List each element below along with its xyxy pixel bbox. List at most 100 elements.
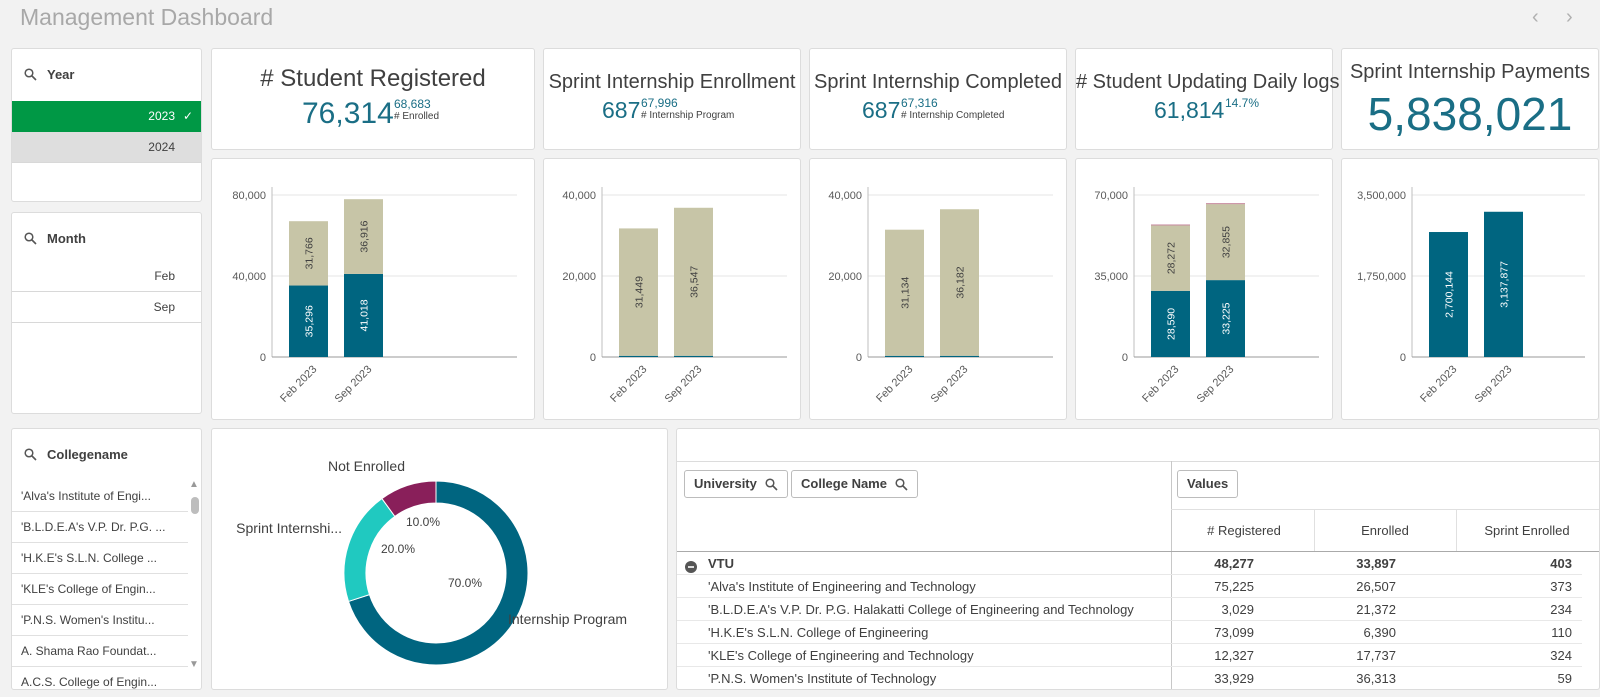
- month-item-feb[interactable]: Feb: [12, 261, 201, 292]
- month-filter: Month Feb Sep: [11, 212, 202, 414]
- kpi-sprint-enrollment: Sprint Internship Enrollment 687 67,996 # …: [543, 48, 801, 150]
- bar-chart: 0 20,000 40,000 31,134 Feb 2023 36,182 Sep 202…: [828, 187, 1053, 405]
- y-tick-label: 0: [856, 352, 862, 364]
- bar-segment[interactable]: [1206, 203, 1245, 205]
- bar-value-label: 2,700,144: [1444, 271, 1456, 318]
- values-button[interactable]: Values: [1177, 470, 1239, 498]
- bar-chart: 0 1,750,000 3,500,000 2,700,144 Feb 2023 3,13…: [1357, 187, 1585, 405]
- scrollbar-thumb[interactable]: [191, 497, 199, 514]
- university-dimension-button[interactable]: University: [684, 470, 788, 498]
- bar-value-label: 36,547: [689, 266, 701, 298]
- kpi-secondary-label: # Internship Program: [641, 110, 735, 121]
- y-tick-label: 40,000: [562, 190, 596, 202]
- column-header[interactable]: Sprint Enrolled: [1456, 523, 1598, 538]
- college-item[interactable]: 'P.N.S. Women's Institu...: [12, 605, 188, 636]
- bar-value-label: 31,449: [634, 276, 646, 308]
- kpi-payments: Sprint Internship Payments 5,838,021: [1341, 48, 1599, 150]
- search-icon: [765, 477, 778, 491]
- y-tick-label: 35,000: [1094, 271, 1128, 283]
- kpi-value-group: 687 67,996 # Internship Program: [602, 97, 734, 124]
- college-item[interactable]: 'H.K.E's S.L.N. College ...: [12, 543, 188, 574]
- kpi-value-group: 61,814 14.7%: [1154, 97, 1259, 124]
- year-item-2024[interactable]: 2024: [12, 132, 201, 163]
- college-item[interactable]: 'Alva's Institute of Engi...: [12, 481, 188, 512]
- table-row[interactable]: 'P.N.S. Women's Institute of Technology …: [677, 668, 1582, 689]
- slice-percent-label: 70.0%: [448, 576, 482, 590]
- bar-segment[interactable]: [674, 355, 713, 357]
- column-header[interactable]: # Registered: [1171, 523, 1317, 538]
- y-tick-label: 40,000: [232, 271, 266, 283]
- table-row[interactable]: 'Alva's Institute of Engineering and Tec…: [677, 576, 1582, 598]
- bar-chart: 0 35,000 70,000 28,590 28,272 Feb 2023 33,225 3…: [1094, 187, 1319, 405]
- kpi-secondary-value: 68,683: [394, 97, 431, 111]
- bar-value-label: 41,018: [359, 299, 371, 331]
- kpi-title: # Student Registered: [260, 65, 486, 92]
- x-tick-label: Sep 2023: [1195, 363, 1237, 405]
- bar-value-label: 32,855: [1221, 226, 1233, 258]
- college-filter-label: Collegename: [47, 447, 128, 462]
- kpi-daily-logs: # Student Updating Daily logs 61,814 14.7…: [1075, 48, 1340, 150]
- y-tick-label: 20,000: [562, 271, 596, 283]
- scrollbar[interactable]: ▲ ▼: [189, 479, 199, 689]
- kpi-student-registered: # Student Registered 76,314 68,683 # Enrol…: [211, 48, 535, 150]
- group-name: VTU: [708, 556, 734, 571]
- table-row[interactable]: 'H.K.E's S.L.N. College of Engineering 7…: [677, 622, 1582, 644]
- cell-enrolled: 33,897: [1356, 556, 1396, 571]
- kpi-main-value: 76,314: [302, 97, 394, 130]
- month-filter-label: Month: [47, 231, 86, 246]
- kpi-main-value: 687: [602, 97, 641, 123]
- search-icon[interactable]: [24, 232, 37, 245]
- table-row[interactable]: 'KLE's College of Engineering and Techno…: [677, 645, 1582, 667]
- kpi-main-value: 687: [862, 97, 901, 123]
- college-filter: Collegename 'Alva's Institute of Engi...…: [11, 428, 202, 690]
- chevron-left-icon[interactable]: ‹: [1532, 6, 1539, 29]
- chevron-right-icon[interactable]: ›: [1566, 6, 1573, 29]
- y-tick-label: 70,000: [1094, 190, 1128, 202]
- college-item[interactable]: A. Shama Rao Foundat...: [12, 636, 188, 667]
- cell-sprint-enrolled: 403: [1550, 556, 1572, 571]
- bar-chart: 0 20,000 40,000 31,449 Feb 2023 36,547 Sep 202…: [562, 187, 787, 405]
- slice-name-label: Sprint Internshi...: [236, 520, 342, 536]
- table-row[interactable]: 'B.L.D.E.A's V.P. Dr. P.G. Halakatti Col…: [677, 599, 1582, 621]
- y-tick-label: 20,000: [828, 271, 862, 283]
- bar-value-label: 28,272: [1166, 242, 1178, 274]
- kpi-main-value: 61,814: [1154, 97, 1225, 123]
- y-tick-label: 1,750,000: [1357, 271, 1406, 283]
- chart-enrollment-distribution: 70.0% Internship Program 20.0% Sprint Inter…: [211, 428, 668, 690]
- x-tick-label: Sep 2023: [663, 363, 705, 405]
- bar-value-label: 35,296: [304, 305, 316, 337]
- bar-segment[interactable]: [1151, 224, 1190, 226]
- slice-percent-label: 20.0%: [381, 542, 415, 556]
- bar-segment[interactable]: [940, 355, 979, 357]
- x-tick-label: Feb 2023: [1140, 363, 1181, 404]
- scroll-up-icon[interactable]: ▲: [189, 479, 199, 490]
- search-icon[interactable]: [24, 68, 37, 81]
- bar-segment[interactable]: [885, 355, 924, 357]
- kpi-secondary-value: 14.7%: [1225, 96, 1260, 110]
- bar-segment[interactable]: [619, 355, 658, 357]
- month-filter-header: Month: [24, 231, 86, 246]
- month-item-sep[interactable]: Sep: [12, 292, 201, 323]
- college-item[interactable]: 'KLE's College of Engin...: [12, 574, 188, 605]
- scroll-down-icon[interactable]: ▼: [189, 659, 199, 670]
- college-name-dimension-button[interactable]: College Name: [791, 470, 918, 498]
- year-filter: Year 2023 ✓ 2024: [11, 48, 202, 202]
- slice-name-label: Not Enrolled: [328, 458, 405, 474]
- chart-payments: 0 1,750,000 3,500,000 2,700,144 Feb 2023 3,13…: [1341, 158, 1599, 420]
- college-item[interactable]: A.C.S. College of Engin...: [12, 667, 188, 689]
- college-item[interactable]: 'B.L.D.E.A's V.P. Dr. P.G. ...: [12, 512, 188, 543]
- year-item-2023[interactable]: 2023 ✓: [12, 101, 201, 132]
- kpi-secondary-label: # Enrolled: [394, 111, 440, 122]
- y-tick-label: 80,000: [232, 190, 266, 202]
- search-icon[interactable]: [24, 448, 37, 461]
- slice-percent-label: 10.0%: [406, 515, 440, 529]
- y-tick-label: 3,500,000: [1357, 190, 1406, 202]
- page-title: Management Dashboard: [20, 4, 274, 30]
- table-group-row[interactable]: VTU 48,277 33,897 403: [677, 553, 1582, 575]
- bar-value-label: 36,182: [955, 266, 967, 298]
- bar-value-label: 28,590: [1166, 308, 1178, 340]
- bar-value-label: 31,134: [900, 277, 912, 309]
- column-header[interactable]: Enrolled: [1314, 523, 1456, 538]
- kpi-title: Sprint Internship Payments: [1349, 61, 1591, 83]
- search-icon: [895, 477, 908, 491]
